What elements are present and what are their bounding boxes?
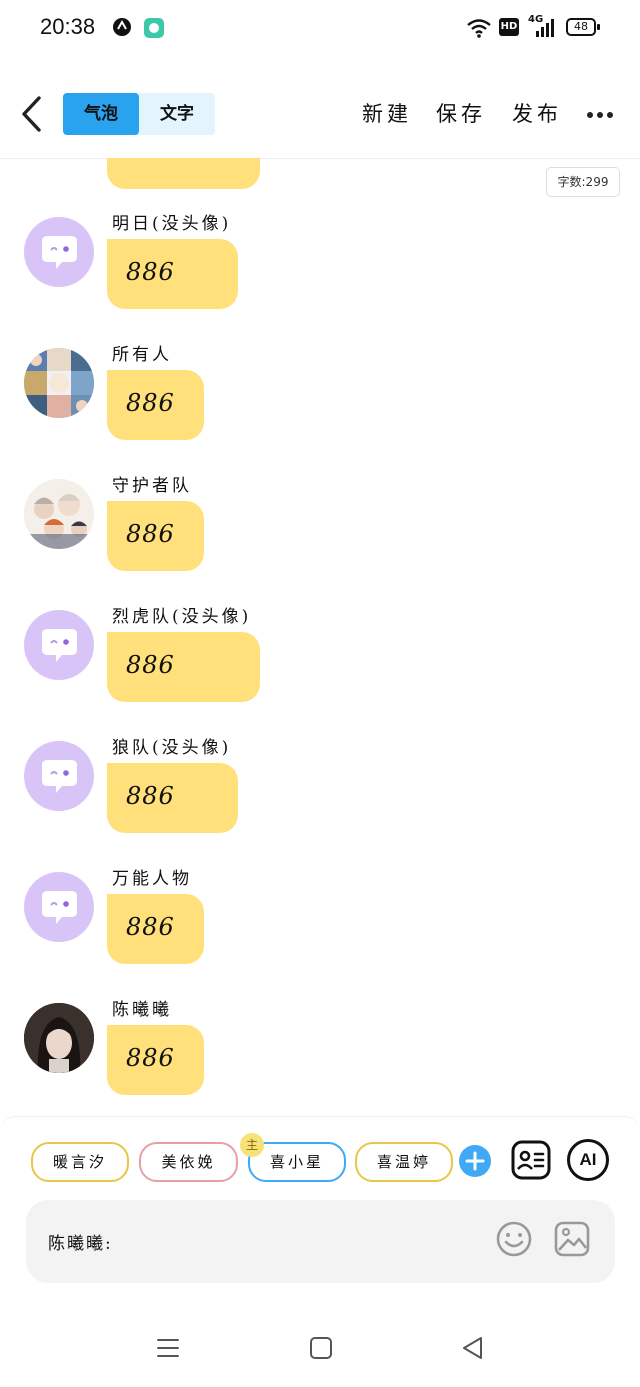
app-notification-icon <box>113 18 131 36</box>
tab-text[interactable]: 文字 <box>139 93 215 135</box>
chat-app-icon <box>144 18 164 38</box>
anime-group-image <box>24 479 94 549</box>
chat-bubble[interactable]: 886 <box>107 370 204 440</box>
character-chip[interactable]: 喜温婷 <box>355 1142 453 1182</box>
chat-message: 所有人 886 <box>0 336 640 467</box>
chat-message: 陈曦曦 886 <box>0 991 640 1122</box>
speech-bubble-icon <box>42 629 77 662</box>
main-character-badge: 主 <box>240 1133 264 1157</box>
ai-button[interactable]: AI <box>567 1139 609 1181</box>
plus-icon <box>465 1151 485 1171</box>
avatar-photo[interactable] <box>24 1003 94 1073</box>
composer-panel: 暖言汐 美依娩 喜小星 主 喜温婷 AI 陈曦曦: <box>0 1116 640 1309</box>
chat-bubble[interactable]: 886 <box>107 632 260 702</box>
back-nav-icon[interactable] <box>460 1335 484 1361</box>
avatar-group-collage[interactable] <box>24 348 94 418</box>
battery-indicator: 48 <box>566 18 596 36</box>
editor-header: 气泡 文字 新建 保存 发布 <box>0 80 640 159</box>
speech-bubble-icon <box>42 760 77 793</box>
sender-name: 所有人 <box>112 345 172 365</box>
add-character-button[interactable] <box>459 1145 491 1177</box>
status-bar: 20:38 HD 4G 48 <box>0 0 640 58</box>
speaker-label: 陈曦曦: <box>48 1234 113 1254</box>
collage-image <box>24 348 94 418</box>
message-input[interactable]: 陈曦曦: <box>26 1200 615 1283</box>
avatar-placeholder[interactable] <box>24 741 94 811</box>
speech-bubble-icon <box>42 891 77 924</box>
message-text: 886 <box>126 651 175 679</box>
chat-message: 烈虎队(没头像) 886 <box>0 598 640 729</box>
character-chip[interactable]: 暖言汐 <box>31 1142 129 1182</box>
tab-bubble[interactable]: 气泡 <box>63 93 139 135</box>
message-text: 886 <box>126 389 175 417</box>
home-icon[interactable] <box>309 1336 333 1360</box>
more-options-icon[interactable] <box>586 111 614 119</box>
character-card-icon[interactable] <box>510 1139 552 1181</box>
signal-icon <box>536 19 554 37</box>
chat-bubble-partial[interactable] <box>107 158 260 189</box>
system-nav-bar <box>0 1308 640 1387</box>
sender-name: 狼队(没头像) <box>112 738 232 758</box>
sender-name: 守护者队 <box>112 476 192 496</box>
message-text: 886 <box>126 913 175 941</box>
wifi-icon <box>467 19 491 38</box>
avatar-placeholder[interactable] <box>24 872 94 942</box>
sender-name: 陈曦曦 <box>112 1000 172 1020</box>
chat-bubble[interactable]: 886 <box>107 239 238 309</box>
publish-button[interactable]: 发布 <box>512 98 562 128</box>
hd-badge: HD <box>499 18 519 36</box>
sender-name: 明日(没头像) <box>112 214 232 234</box>
chat-bubble[interactable]: 886 <box>107 1025 204 1095</box>
chat-bubble[interactable]: 886 <box>107 501 204 571</box>
save-button[interactable]: 保存 <box>436 98 486 128</box>
battery-tip <box>597 24 600 30</box>
sender-name: 万能人物 <box>112 869 192 889</box>
chat-message: 明日(没头像) 886 <box>0 205 640 336</box>
chat-message: 狼队(没头像) 886 <box>0 729 640 860</box>
sender-name: 烈虎队(没头像) <box>112 607 252 627</box>
chat-message: 守护者队 886 <box>0 467 640 598</box>
speech-bubble-icon <box>42 236 77 269</box>
menu-icon[interactable] <box>156 1336 180 1360</box>
avatar-anime-group[interactable] <box>24 479 94 549</box>
message-text: 886 <box>126 1044 175 1072</box>
back-icon[interactable] <box>18 96 48 132</box>
chat-bubble[interactable]: 886 <box>107 894 204 964</box>
message-text: 886 <box>126 258 175 286</box>
message-text: 886 <box>126 520 175 548</box>
mode-toggle: 气泡 文字 <box>63 93 215 135</box>
message-text: 886 <box>126 782 175 810</box>
image-icon[interactable] <box>553 1220 591 1258</box>
chat-bubble[interactable]: 886 <box>107 763 238 833</box>
portrait-photo <box>24 1003 94 1073</box>
new-button[interactable]: 新建 <box>362 98 412 128</box>
emoji-icon[interactable] <box>495 1220 533 1258</box>
chat-message: 万能人物 886 <box>0 860 640 991</box>
clock: 20:38 <box>40 14 96 39</box>
word-count: 字数:299 <box>546 167 620 197</box>
avatar-placeholder[interactable] <box>24 610 94 680</box>
avatar-placeholder[interactable] <box>24 217 94 287</box>
character-chip[interactable]: 美依娩 <box>139 1142 238 1182</box>
